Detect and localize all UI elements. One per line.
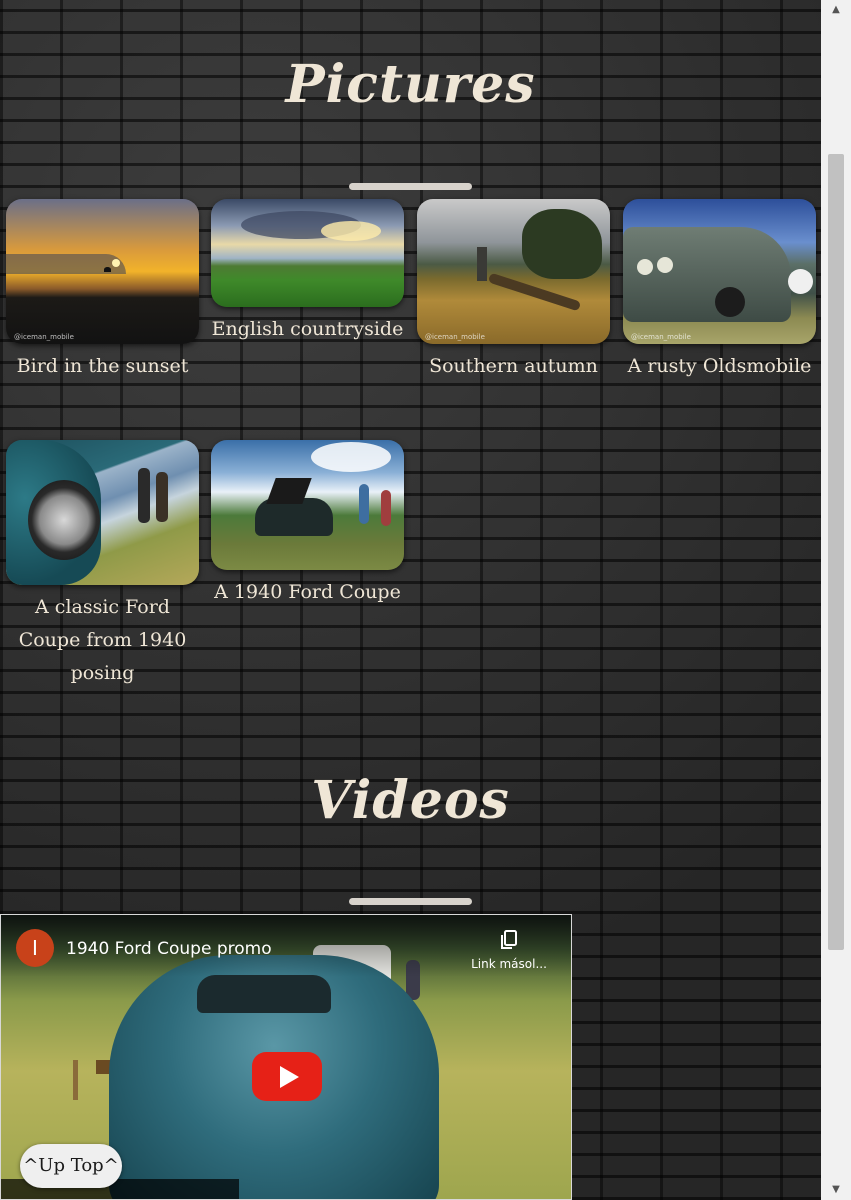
channel-avatar[interactable]: I — [16, 929, 54, 967]
gallery-item-rusty-oldsmobile[interactable]: @iceman_mobile A rusty Oldsmobile — [623, 199, 816, 383]
photo-caption: A rusty Oldsmobile — [627, 355, 812, 377]
video-header: I 1940 Ford Coupe promo Link másol... — [1, 915, 571, 977]
photo-caption: Southern autumn — [429, 355, 598, 377]
photo-caption: English countryside — [211, 318, 404, 340]
videos-heading: Videos — [311, 770, 510, 831]
scroll-thumb[interactable] — [828, 154, 844, 950]
photo-thumbnail[interactable] — [211, 440, 404, 570]
photo-thumbnail[interactable] — [6, 440, 199, 585]
watermark-text: @iceman_mobile — [14, 333, 74, 341]
copy-link-label: Link másol... — [471, 957, 547, 971]
photo-thumbnail[interactable] — [211, 199, 404, 307]
play-icon[interactable] — [252, 1052, 322, 1101]
copy-icon — [501, 930, 517, 949]
photo-thumbnail[interactable]: @iceman_mobile — [623, 199, 816, 344]
photo-caption: A classic Ford Coupe from 1940 posing — [18, 596, 187, 684]
photo-thumbnail[interactable]: @iceman_mobile — [6, 199, 199, 344]
gallery-item-english-countryside[interactable]: English countryside — [211, 199, 404, 346]
watermark-text: @iceman_mobile — [425, 333, 485, 341]
pictures-divider — [349, 183, 472, 190]
vertical-scrollbar[interactable]: ▲ ▼ — [821, 0, 851, 1200]
page: Pictures @iceman_mobile Bird in the suns… — [0, 0, 821, 1200]
watermark-text: @iceman_mobile — [631, 333, 691, 341]
up-top-button[interactable]: ^Up Top^ — [20, 1144, 122, 1188]
photo-caption: Bird in the sunset — [16, 355, 189, 377]
photo-thumbnail[interactable]: @iceman_mobile — [417, 199, 610, 344]
scroll-up-arrow-icon[interactable]: ▲ — [821, 0, 851, 20]
copy-link-button[interactable]: Link másol... — [463, 929, 555, 971]
gallery-item-classic-ford-posing[interactable]: A classic Ford Coupe from 1940 posing — [6, 440, 199, 690]
gallery-item-1940-ford-coupe[interactable]: A 1940 Ford Coupe — [211, 440, 404, 609]
video-title[interactable]: 1940 Ford Coupe promo — [66, 939, 272, 959]
videos-divider — [349, 898, 472, 905]
video-scene-car-window — [197, 975, 331, 1013]
photo-caption: A 1940 Ford Coupe — [214, 581, 401, 603]
gallery-item-bird-sunset[interactable]: @iceman_mobile Bird in the sunset — [6, 199, 199, 383]
scroll-down-arrow-icon[interactable]: ▼ — [821, 1180, 851, 1200]
gallery-item-southern-autumn[interactable]: @iceman_mobile Southern autumn — [417, 199, 610, 383]
pictures-heading: Pictures — [285, 54, 536, 115]
